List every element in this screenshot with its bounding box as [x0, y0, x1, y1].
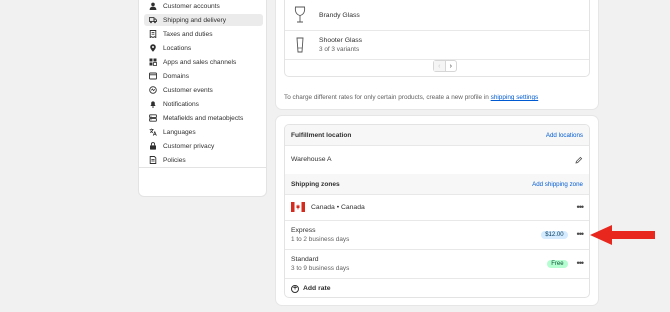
add-shipping-zone-link[interactable]: Add shipping zone: [532, 181, 583, 188]
rate-price-badge: $12.00: [541, 230, 568, 239]
events-icon: [149, 86, 157, 94]
shipping-profile-card: Fulfillment location Add locations Wareh…: [276, 116, 598, 305]
add-rate-label: Add rate: [303, 285, 331, 292]
annotation-arrow-icon: [590, 225, 655, 245]
pagination: ‹ ›: [433, 60, 457, 72]
sidebar-item-label: Domains: [163, 72, 190, 80]
rate-more-actions-icon[interactable]: •••: [577, 230, 585, 239]
rate-row-standard: Standard 3 to 9 business days Free •••: [285, 249, 589, 278]
sidebar-item-label: Customer events: [163, 86, 213, 94]
sidebar-item-label: Languages: [163, 128, 196, 136]
rate-more-actions-icon[interactable]: •••: [577, 259, 585, 268]
shipping-settings-link[interactable]: shipping settings: [491, 94, 539, 101]
sidebar-item-notifications[interactable]: Notifications: [144, 98, 263, 110]
location-pin-icon: [149, 44, 157, 52]
fulfillment-title: Fulfillment location: [291, 131, 352, 139]
receipt-icon: [149, 30, 157, 38]
sidebar-item-label: Metafields and metaobjects: [163, 114, 244, 122]
add-locations-link[interactable]: Add locations: [546, 132, 583, 139]
rate-delivery-time: 1 to 2 business days: [291, 235, 350, 243]
sidebar-item-label: Customer accounts: [163, 2, 220, 10]
variant-count: 3 of 3 variants: [319, 46, 360, 53]
sidebar-item-metafields[interactable]: Metafields and metaobjects: [144, 112, 263, 124]
location-group: Fulfillment location Add locations Wareh…: [284, 124, 590, 298]
add-rate-row: + Add rate: [285, 278, 589, 297]
shooter-glass-icon: [293, 34, 307, 56]
next-page-button[interactable]: ›: [446, 61, 457, 71]
list-item[interactable]: Shooter Glass 3 of 3 variants: [285, 30, 589, 60]
apps-icon: [149, 58, 157, 66]
sidebar-item-customer-privacy[interactable]: Customer privacy: [144, 140, 263, 152]
sidebar-item-label: Locations: [163, 44, 192, 52]
canada-flag-icon: [291, 202, 305, 212]
person-icon: [149, 2, 157, 10]
lock-icon: [149, 142, 157, 150]
database-icon: [149, 114, 157, 122]
truck-icon: [149, 16, 157, 24]
sidebar-item-apps[interactable]: Apps and sales channels: [144, 56, 263, 68]
rate-row-express: Express 1 to 2 business days $12.00 •••: [285, 220, 589, 249]
bell-icon: [149, 100, 157, 108]
sidebar-item-shipping[interactable]: Shipping and delivery: [144, 14, 263, 26]
globe-icon: [149, 72, 157, 80]
plus-circle-icon: +: [291, 284, 299, 293]
brandy-glass-icon: [293, 4, 307, 26]
sidebar-item-label: Policies: [163, 156, 186, 164]
list-item[interactable]: Brandy Glass: [285, 0, 589, 30]
policy-icon: [149, 156, 157, 164]
sidebar-item-taxes[interactable]: Taxes and duties: [144, 28, 263, 40]
fulfillment-header: Fulfillment location Add locations: [285, 125, 589, 145]
location-name: Warehouse A: [291, 156, 332, 163]
products-card: Brandy Glass Shooter Glass 3 of 3 varian…: [276, 0, 598, 109]
zone-more-actions-icon[interactable]: •••: [577, 202, 585, 212]
rate-name: Standard: [291, 255, 319, 263]
sidebar-item-label: Notifications: [163, 100, 199, 108]
sidebar-divider: [139, 167, 266, 168]
settings-sidebar: Customer accounts Shipping and delivery …: [138, 0, 267, 197]
product-name: Brandy Glass: [319, 11, 360, 19]
rate-name: Express: [291, 226, 316, 234]
zone-name: Canada • Canada: [311, 203, 365, 211]
product-name: Shooter Glass: [319, 37, 363, 44]
rate-free-badge: Free: [547, 259, 568, 268]
edit-pencil-icon[interactable]: [575, 156, 583, 164]
products-list: Brandy Glass Shooter Glass 3 of 3 varian…: [284, 0, 590, 77]
sidebar-item-locations[interactable]: Locations: [144, 42, 263, 54]
profile-note: To charge different rates for only certa…: [284, 94, 538, 101]
add-rate-button[interactable]: + Add rate: [291, 284, 331, 293]
sidebar-item-label: Taxes and duties: [163, 30, 213, 38]
sidebar-item-languages[interactable]: Languages: [144, 126, 263, 138]
sidebar-item-label: Apps and sales channels: [163, 58, 237, 66]
zone-row: Canada • Canada •••: [285, 194, 589, 220]
sidebar-item-label: Customer privacy: [163, 142, 215, 150]
zones-title: Shipping zones: [291, 180, 340, 188]
sidebar-item-policies[interactable]: Policies: [144, 154, 263, 166]
sidebar-item-domains[interactable]: Domains: [144, 70, 263, 82]
sidebar-item-customer-accounts[interactable]: Customer accounts: [144, 0, 263, 12]
previous-page-button[interactable]: ‹: [434, 61, 446, 71]
sidebar-item-customer-events[interactable]: Customer events: [144, 84, 263, 96]
location-row: Warehouse A: [285, 145, 589, 174]
profile-note-text: To charge different rates for only certa…: [284, 94, 491, 101]
rate-delivery-time: 3 to 9 business days: [291, 264, 350, 272]
translate-icon: [149, 128, 157, 136]
zones-header: Shipping zones Add shipping zone: [285, 174, 589, 194]
sidebar-item-label: Shipping and delivery: [163, 16, 227, 24]
